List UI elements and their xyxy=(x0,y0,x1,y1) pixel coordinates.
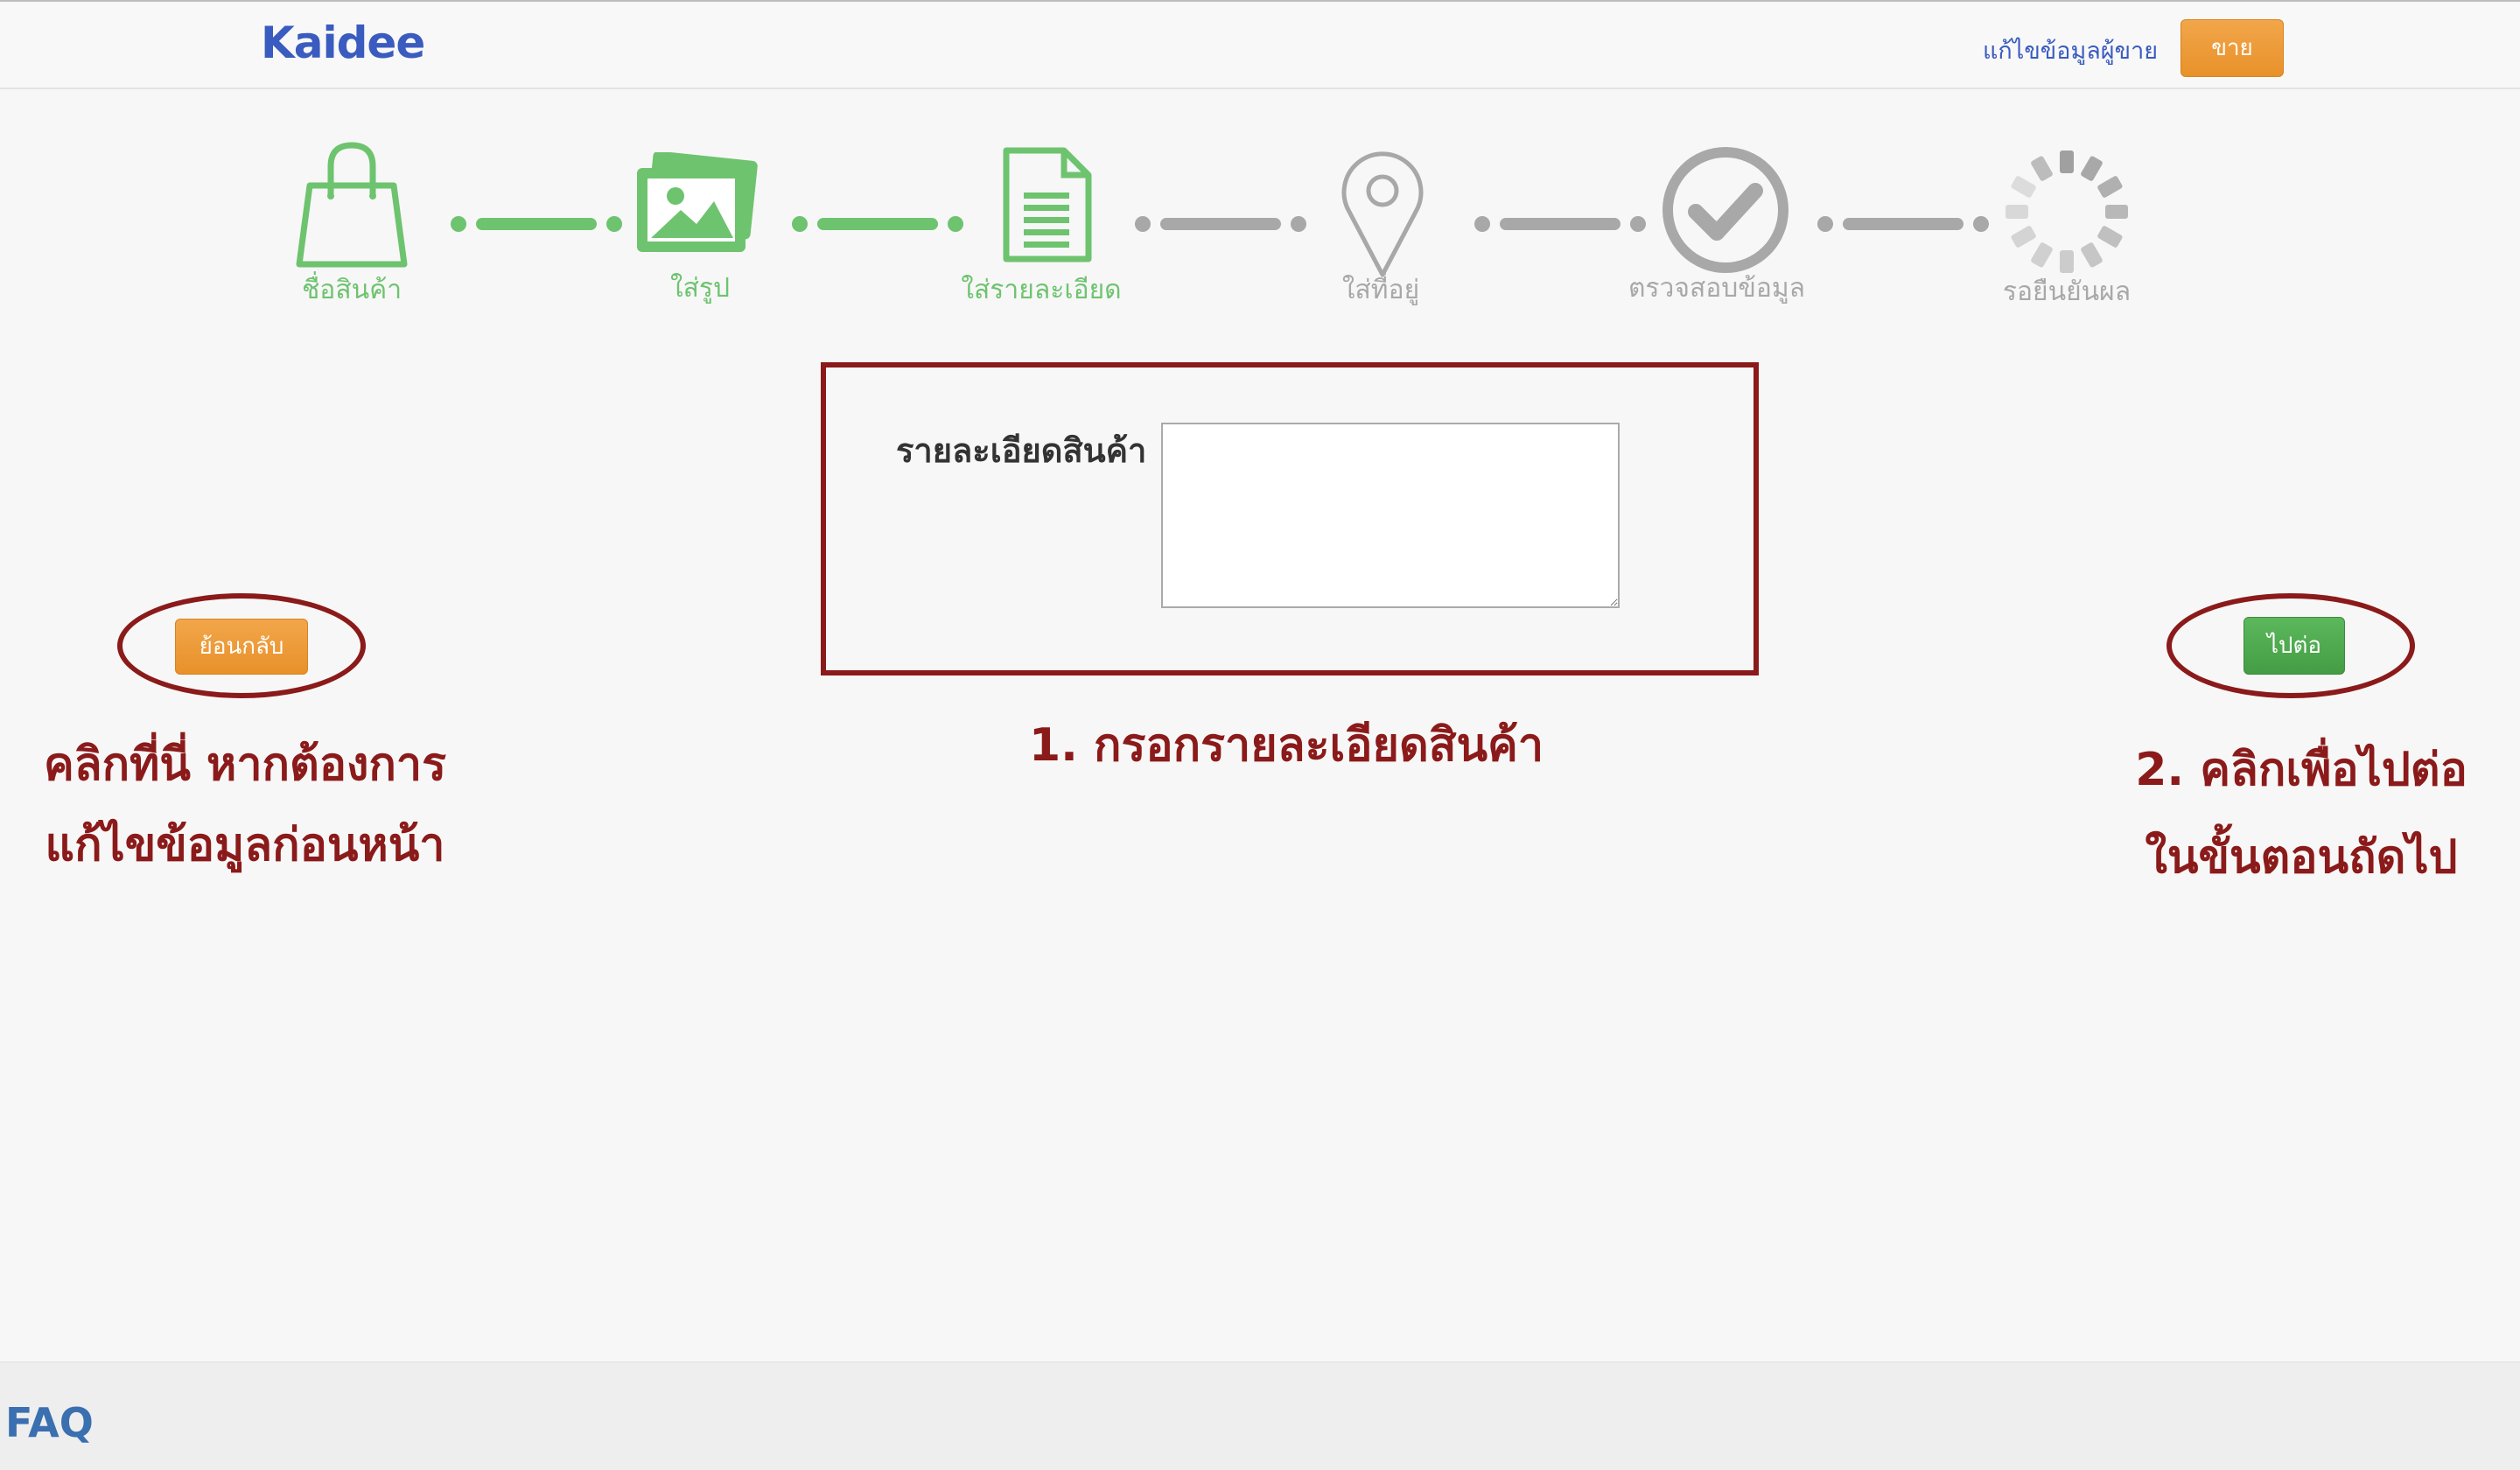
annotation-back-line1: คลิกที่นี่ หากต้องการ xyxy=(43,738,447,791)
step-label-verify: ตรวจสอบข้อมูล xyxy=(1628,273,1806,304)
edit-seller-info-link[interactable]: แก้ไขข้อมูลผู้ขาย xyxy=(1983,32,2158,69)
back-button[interactable]: ย้อนกลับ xyxy=(175,619,308,675)
next-button[interactable]: ไปต่อ xyxy=(2244,617,2345,675)
step-label-address: ใส่ที่อยู่ xyxy=(1341,275,1420,305)
step-connector xyxy=(1817,216,1989,232)
annotation-description: 1. กรอกรายละเอียดสินค้า xyxy=(1028,719,1544,772)
loading-spinner-icon xyxy=(2006,150,2128,273)
annotation-back-line2: แก้ไขข้อมูลก่อนหน้า xyxy=(45,819,445,872)
sell-button[interactable]: ขาย xyxy=(2180,19,2284,77)
kaidee-logo[interactable]: Kaidee xyxy=(261,18,425,68)
step-label-photos: ใส่รูป xyxy=(669,273,731,304)
check-circle-icon xyxy=(1662,147,1788,273)
step-connector xyxy=(792,216,963,232)
step-connector xyxy=(451,216,622,232)
photos-icon xyxy=(637,152,758,252)
footer: FAQ xyxy=(0,1362,2520,1470)
document-icon xyxy=(1003,147,1092,262)
step-label-details: ใส่รายละเอียด xyxy=(961,275,1122,305)
progress-steps: ชื่อสินค้า ใส่รูป ใส่รายละเอียด ใส่ที่อย… xyxy=(0,140,2520,315)
description-label: รายละเอียดสินค้า xyxy=(896,431,1147,470)
header: Kaidee แก้ไขข้อมูลผู้ขาย ขาย xyxy=(0,2,2520,89)
step-connector xyxy=(1135,216,1306,232)
faq-link[interactable]: FAQ xyxy=(5,1399,94,1446)
step-connector xyxy=(1474,216,1646,232)
step-label-name: ชื่อสินค้า xyxy=(301,275,402,305)
map-pin-icon xyxy=(1341,151,1424,277)
description-textarea[interactable] xyxy=(1161,423,1620,608)
shopping-bag-icon xyxy=(296,142,408,268)
annotation-next-line1: 2. คลิกเพื่อไปต่อ xyxy=(2135,744,2468,796)
annotation-next-line2: ในขั้นตอนถัดไป xyxy=(2145,831,2458,884)
step-label-pending: รอยืนยันผล xyxy=(2002,276,2132,307)
